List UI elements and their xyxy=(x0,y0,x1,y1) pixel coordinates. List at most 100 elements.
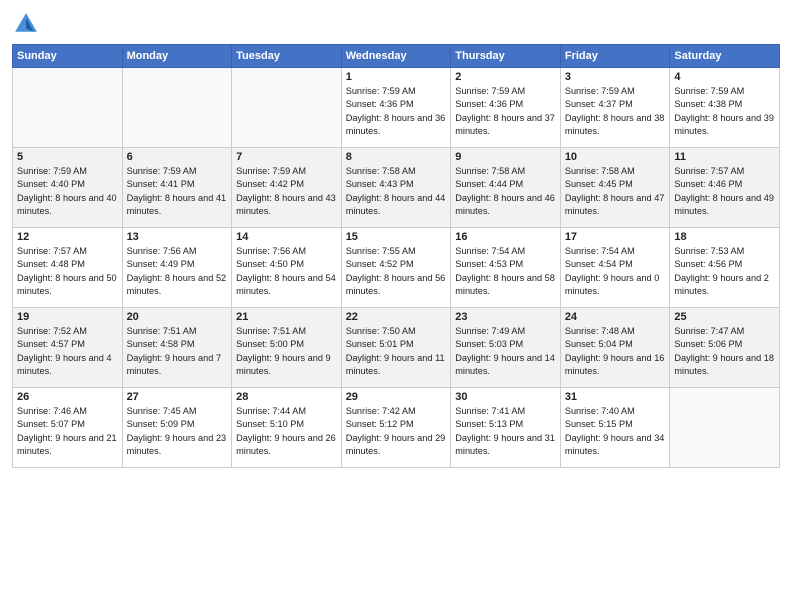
calendar-cell xyxy=(232,68,342,148)
day-number: 22 xyxy=(346,311,447,323)
header xyxy=(12,10,780,38)
calendar-cell: 25Sunrise: 7:47 AMSunset: 5:06 PMDayligh… xyxy=(670,308,780,388)
day-info: Sunrise: 7:57 AMSunset: 4:48 PMDaylight:… xyxy=(17,245,118,298)
day-number: 1 xyxy=(346,71,447,83)
day-number: 30 xyxy=(455,391,556,403)
day-info: Sunrise: 7:51 AMSunset: 5:00 PMDaylight:… xyxy=(236,325,337,378)
day-info: Sunrise: 7:53 AMSunset: 4:56 PMDaylight:… xyxy=(674,245,775,298)
day-number: 10 xyxy=(565,151,666,163)
day-info: Sunrise: 7:59 AMSunset: 4:42 PMDaylight:… xyxy=(236,165,337,218)
day-info: Sunrise: 7:46 AMSunset: 5:07 PMDaylight:… xyxy=(17,405,118,458)
calendar-week-5: 26 Sunrise: 7:46 AMSunset: 5:07 PMDayligh… xyxy=(13,388,780,468)
day-number: 3 xyxy=(565,71,666,83)
day-header-tuesday: Tuesday xyxy=(232,45,342,68)
day-number: 2 xyxy=(455,71,556,83)
calendar-cell: 21 Sunrise: 7:51 AMSunset: 5:00 PMDayligh… xyxy=(232,308,342,388)
day-info: Sunrise: 7:42 AMSunset: 5:12 PMDaylight:… xyxy=(346,405,447,458)
day-info: Sunrise: 7:59 AMSunset: 4:36 PMDaylight:… xyxy=(455,85,556,138)
calendar-week-4: 19 Sunrise: 7:52 AMSunset: 4:57 PMDayligh… xyxy=(13,308,780,388)
day-number: 15 xyxy=(346,231,447,243)
calendar-cell: 8Sunrise: 7:58 AMSunset: 4:43 PMDaylight… xyxy=(341,148,451,228)
day-info: Sunrise: 7:59 AMSunset: 4:38 PMDaylight:… xyxy=(674,85,775,138)
calendar-cell: 14 Sunrise: 7:56 AMSunset: 4:50 PMDayligh… xyxy=(232,228,342,308)
calendar-cell: 7 Sunrise: 7:59 AMSunset: 4:42 PMDaylight… xyxy=(232,148,342,228)
day-info: Sunrise: 7:45 AMSunset: 5:09 PMDaylight:… xyxy=(127,405,228,458)
calendar-cell: 24 Sunrise: 7:48 AMSunset: 5:04 PMDayligh… xyxy=(560,308,670,388)
day-number: 23 xyxy=(455,311,556,323)
day-number: 11 xyxy=(674,151,775,163)
day-number: 12 xyxy=(17,231,118,243)
calendar-cell: 22 Sunrise: 7:50 AMSunset: 5:01 PMDayligh… xyxy=(341,308,451,388)
calendar-cell: 29Sunrise: 7:42 AMSunset: 5:12 PMDayligh… xyxy=(341,388,451,468)
day-info: Sunrise: 7:51 AMSunset: 4:58 PMDaylight:… xyxy=(127,325,228,378)
calendar-cell: 20 Sunrise: 7:51 AMSunset: 4:58 PMDayligh… xyxy=(122,308,232,388)
calendar-cell xyxy=(122,68,232,148)
day-header-wednesday: Wednesday xyxy=(341,45,451,68)
day-number: 5 xyxy=(17,151,118,163)
calendar-cell: 13 Sunrise: 7:56 AMSunset: 4:49 PMDayligh… xyxy=(122,228,232,308)
day-info: Sunrise: 7:54 AMSunset: 4:54 PMDaylight:… xyxy=(565,245,666,298)
day-header-thursday: Thursday xyxy=(451,45,561,68)
day-info: Sunrise: 7:57 AMSunset: 4:46 PMDaylight:… xyxy=(674,165,775,218)
calendar-cell: 2 Sunrise: 7:59 AMSunset: 4:36 PMDaylight… xyxy=(451,68,561,148)
calendar-header-row: SundayMondayTuesdayWednesdayThursdayFrid… xyxy=(13,45,780,68)
day-number: 31 xyxy=(565,391,666,403)
day-info: Sunrise: 7:59 AMSunset: 4:41 PMDaylight:… xyxy=(127,165,228,218)
day-number: 4 xyxy=(674,71,775,83)
calendar-cell: 18 Sunrise: 7:53 AMSunset: 4:56 PMDayligh… xyxy=(670,228,780,308)
day-number: 28 xyxy=(236,391,337,403)
calendar-cell xyxy=(670,388,780,468)
day-header-sunday: Sunday xyxy=(13,45,123,68)
day-info: Sunrise: 7:40 AMSunset: 5:15 PMDaylight:… xyxy=(565,405,666,458)
day-info: Sunrise: 7:56 AMSunset: 4:50 PMDaylight:… xyxy=(236,245,337,298)
day-number: 25 xyxy=(674,311,775,323)
day-info: Sunrise: 7:58 AMSunset: 4:45 PMDaylight:… xyxy=(565,165,666,218)
day-number: 7 xyxy=(236,151,337,163)
day-info: Sunrise: 7:52 AMSunset: 4:57 PMDaylight:… xyxy=(17,325,118,378)
calendar-cell xyxy=(13,68,123,148)
calendar-cell: 1 Sunrise: 7:59 AMSunset: 4:36 PMDaylight… xyxy=(341,68,451,148)
day-header-friday: Friday xyxy=(560,45,670,68)
calendar-cell: 11 Sunrise: 7:57 AMSunset: 4:46 PMDayligh… xyxy=(670,148,780,228)
calendar-cell: 30 Sunrise: 7:41 AMSunset: 5:13 PMDayligh… xyxy=(451,388,561,468)
day-header-saturday: Saturday xyxy=(670,45,780,68)
logo-icon xyxy=(12,10,40,38)
calendar-cell: 9Sunrise: 7:58 AMSunset: 4:44 PMDaylight… xyxy=(451,148,561,228)
calendar-cell: 17 Sunrise: 7:54 AMSunset: 4:54 PMDayligh… xyxy=(560,228,670,308)
day-info: Sunrise: 7:41 AMSunset: 5:13 PMDaylight:… xyxy=(455,405,556,458)
calendar-cell: 5Sunrise: 7:59 AMSunset: 4:40 PMDaylight… xyxy=(13,148,123,228)
calendar-cell: 15 Sunrise: 7:55 AMSunset: 4:52 PMDayligh… xyxy=(341,228,451,308)
calendar-cell: 10 Sunrise: 7:58 AMSunset: 4:45 PMDayligh… xyxy=(560,148,670,228)
day-number: 16 xyxy=(455,231,556,243)
calendar-week-2: 5Sunrise: 7:59 AMSunset: 4:40 PMDaylight… xyxy=(13,148,780,228)
calendar-table: SundayMondayTuesdayWednesdayThursdayFrid… xyxy=(12,44,780,468)
day-info: Sunrise: 7:54 AMSunset: 4:53 PMDaylight:… xyxy=(455,245,556,298)
calendar-cell: 28Sunrise: 7:44 AMSunset: 5:10 PMDayligh… xyxy=(232,388,342,468)
day-info: Sunrise: 7:48 AMSunset: 5:04 PMDaylight:… xyxy=(565,325,666,378)
day-number: 20 xyxy=(127,311,228,323)
day-info: Sunrise: 7:59 AMSunset: 4:36 PMDaylight:… xyxy=(346,85,447,138)
main-container: SundayMondayTuesdayWednesdayThursdayFrid… xyxy=(0,0,792,476)
calendar-cell: 19 Sunrise: 7:52 AMSunset: 4:57 PMDayligh… xyxy=(13,308,123,388)
calendar-week-1: 1 Sunrise: 7:59 AMSunset: 4:36 PMDaylight… xyxy=(13,68,780,148)
day-number: 18 xyxy=(674,231,775,243)
day-number: 9 xyxy=(455,151,556,163)
calendar-cell: 4 Sunrise: 7:59 AMSunset: 4:38 PMDaylight… xyxy=(670,68,780,148)
calendar-week-3: 12 Sunrise: 7:57 AMSunset: 4:48 PMDayligh… xyxy=(13,228,780,308)
day-number: 14 xyxy=(236,231,337,243)
day-number: 26 xyxy=(17,391,118,403)
day-number: 24 xyxy=(565,311,666,323)
day-number: 21 xyxy=(236,311,337,323)
day-number: 19 xyxy=(17,311,118,323)
day-number: 13 xyxy=(127,231,228,243)
day-number: 6 xyxy=(127,151,228,163)
calendar-cell: 12 Sunrise: 7:57 AMSunset: 4:48 PMDayligh… xyxy=(13,228,123,308)
calendar-cell: 23Sunrise: 7:49 AMSunset: 5:03 PMDayligh… xyxy=(451,308,561,388)
day-number: 17 xyxy=(565,231,666,243)
calendar-cell: 27 Sunrise: 7:45 AMSunset: 5:09 PMDayligh… xyxy=(122,388,232,468)
day-info: Sunrise: 7:56 AMSunset: 4:49 PMDaylight:… xyxy=(127,245,228,298)
day-info: Sunrise: 7:55 AMSunset: 4:52 PMDaylight:… xyxy=(346,245,447,298)
day-number: 8 xyxy=(346,151,447,163)
day-number: 27 xyxy=(127,391,228,403)
day-info: Sunrise: 7:50 AMSunset: 5:01 PMDaylight:… xyxy=(346,325,447,378)
